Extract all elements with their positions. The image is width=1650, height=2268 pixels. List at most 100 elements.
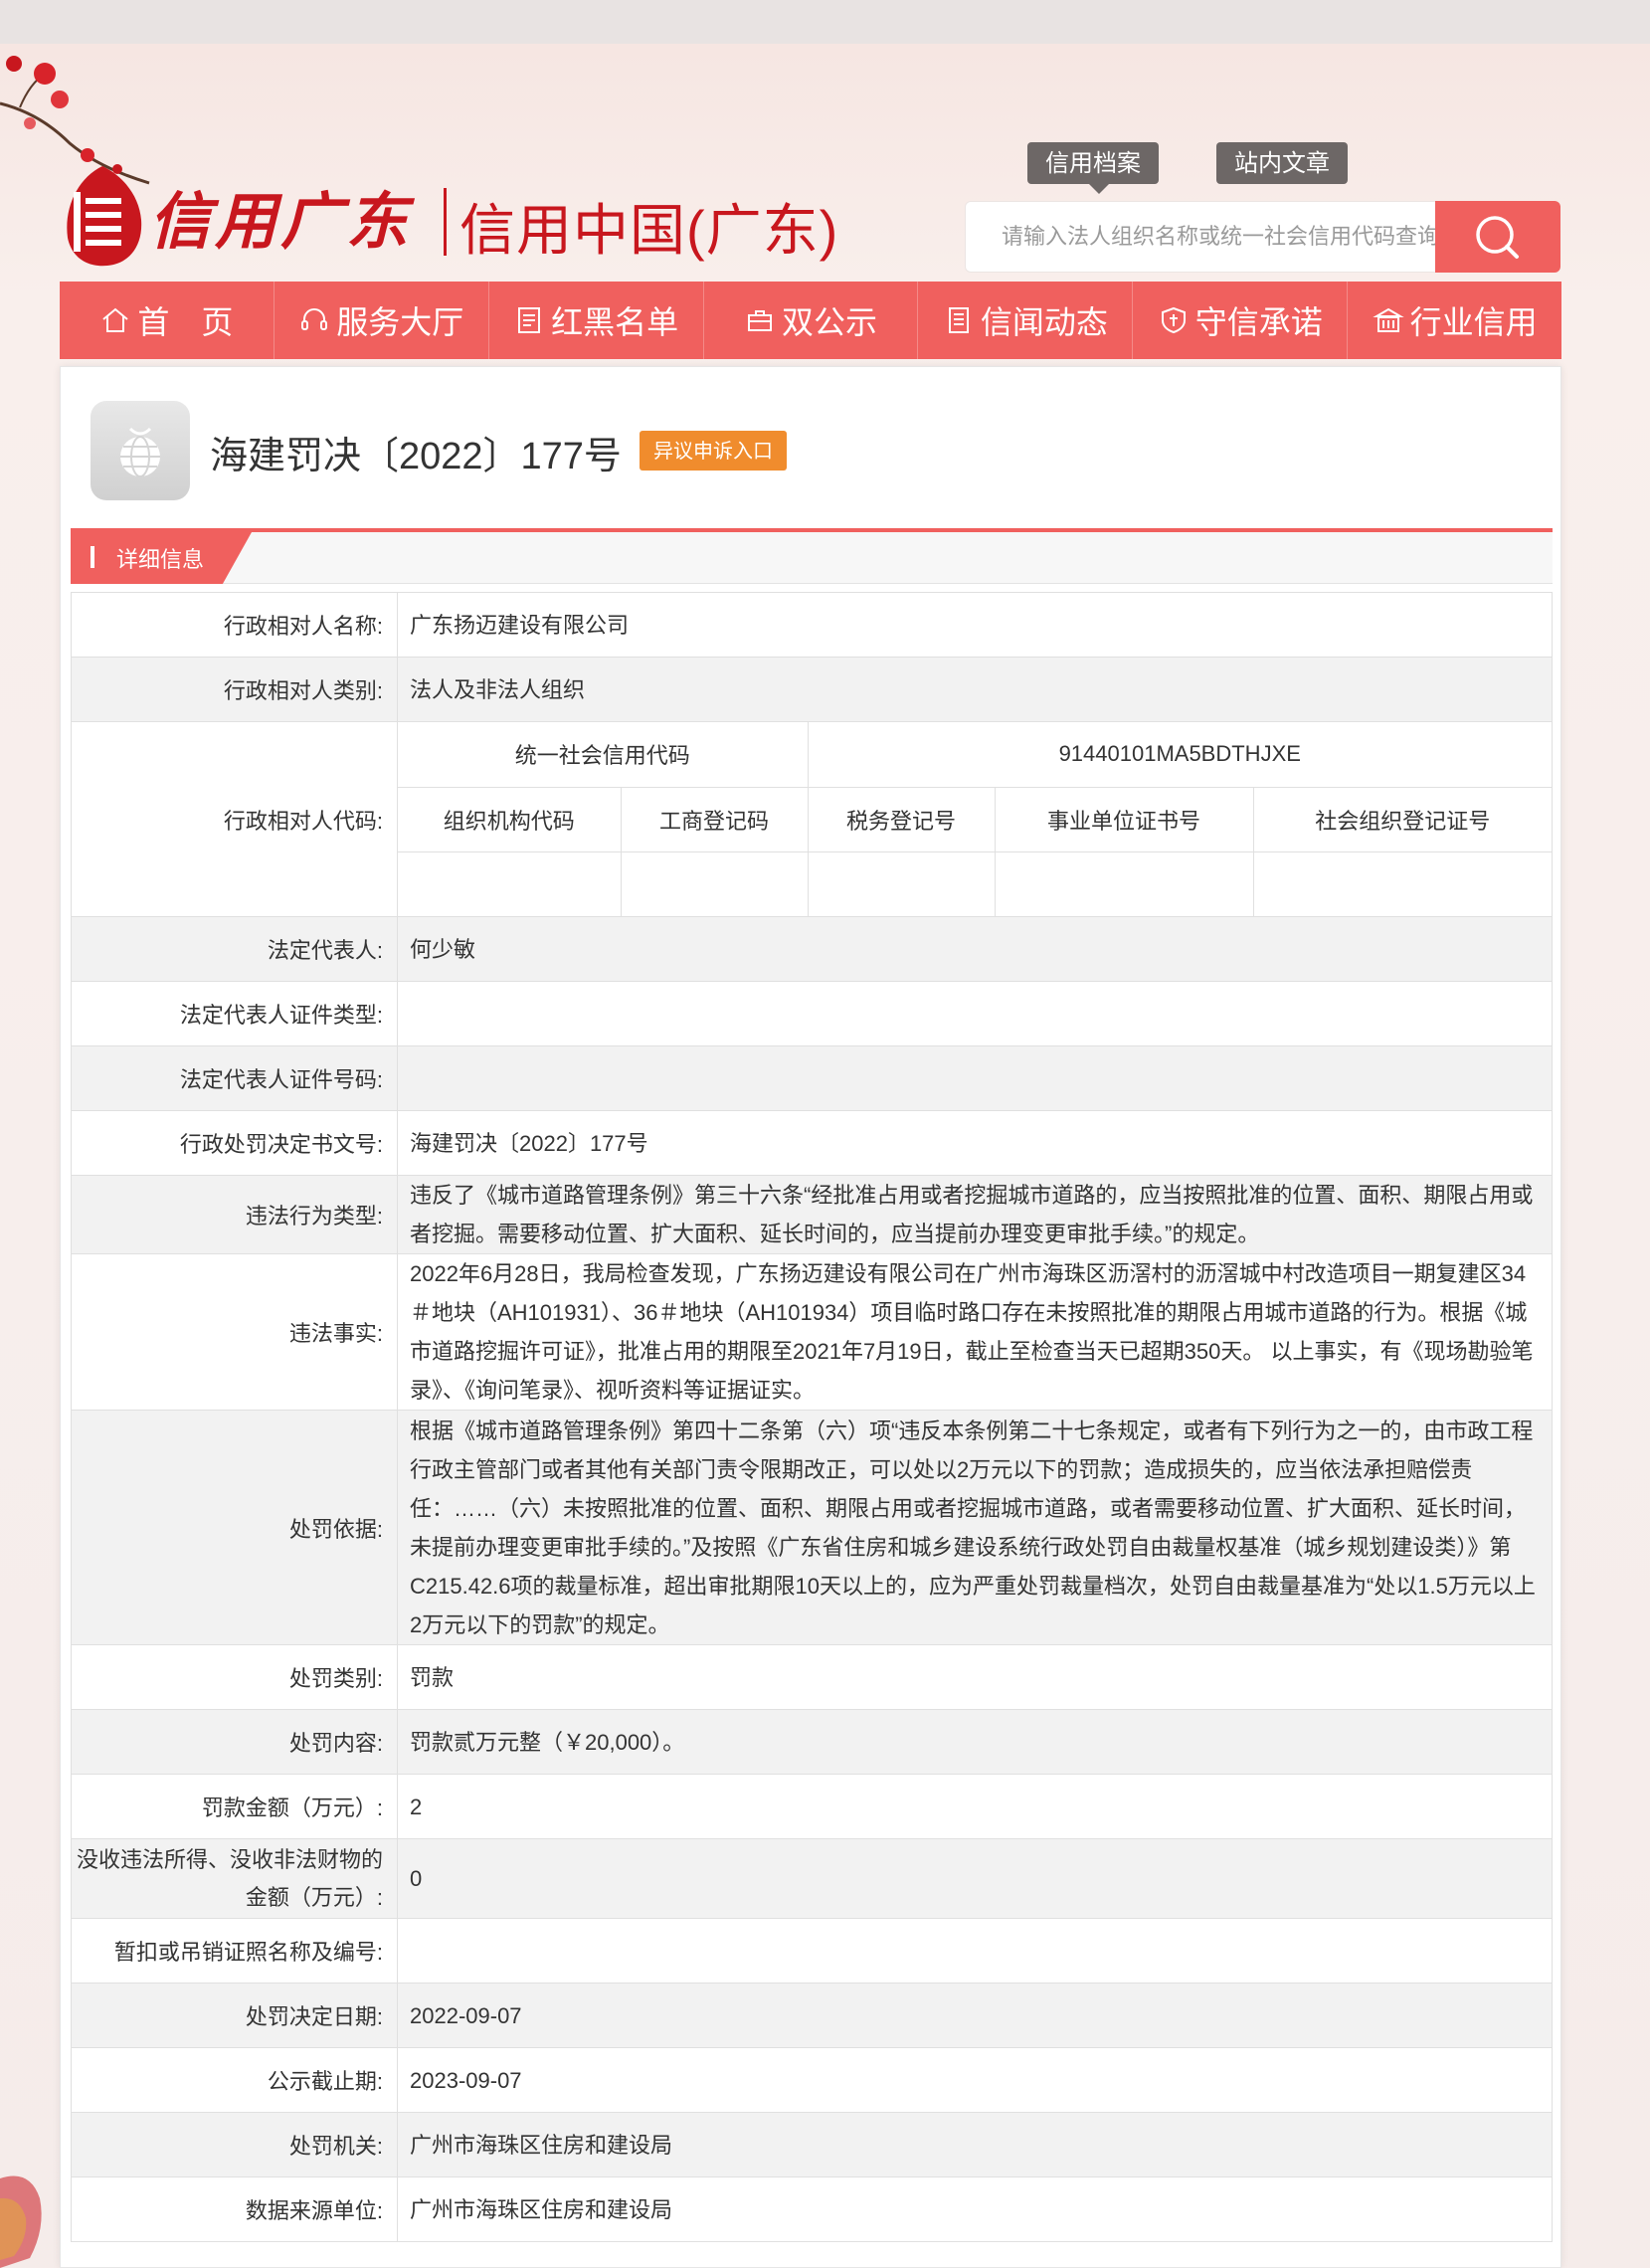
logo-script-text: 信用广东 (149, 185, 413, 258)
confiscation-label-line-2: 金额（万元）: (245, 1884, 383, 1910)
search-button[interactable] (1435, 201, 1560, 273)
field-label: 行政相对人代码: (71, 721, 398, 917)
doc-no-value: 海建罚决〔2022〕177号 (397, 1110, 1553, 1176)
section-header: 详细信息 (71, 528, 1553, 584)
nav-credit-promise[interactable]: 守信承诺 (1133, 282, 1349, 359)
search-input[interactable] (966, 202, 1435, 272)
globe-icon (120, 427, 160, 477)
field-label: 行政相对人名称: (71, 592, 398, 658)
field-label: 违法行为类型: (71, 1175, 398, 1254)
nav-home[interactable]: 首 页 (60, 282, 275, 359)
nav-label: 服务大厅 (336, 303, 464, 341)
table-row: 处罚机关: 广州市海珠区住房和建设局 (71, 2112, 1553, 2177)
active-tab-arrow (1089, 184, 1109, 194)
nav-label: 守信承诺 (1194, 303, 1323, 341)
field-label: 处罚决定日期: (71, 1983, 398, 2048)
table-row: 行政相对人类别: 法人及非法人组织 (71, 657, 1553, 722)
table-row: 法定代表人证件类型: (71, 981, 1553, 1046)
table-row: 处罚决定日期: 2022-09-07 (71, 1983, 1553, 2048)
nav-industry-credit[interactable]: 行业信用 (1348, 282, 1561, 359)
table-row: 法定代表人证件号码: (71, 1045, 1553, 1111)
building-icon (1372, 307, 1404, 332)
logo-title: 信用中国(广东) (459, 199, 839, 262)
record-title: 海建罚决〔2022〕177号 (210, 436, 622, 477)
nav-red-black-list[interactable]: 红黑名单 (489, 282, 704, 359)
tab-credit-archive[interactable]: 信用档案 (1027, 142, 1159, 184)
table-row: 违法行为类型: 违反了《城市道路管理条例》第三十六条“经批准占用或者挖掘城市道路… (71, 1175, 1553, 1254)
field-label: 行政处罚决定书文号: (71, 1110, 398, 1176)
code-value (398, 851, 621, 916)
field-label: 罚款金额（万元）: (71, 1774, 398, 1839)
appeal-button[interactable]: 异议申诉入口 (640, 431, 787, 471)
nav-label: 行业信用 (1409, 303, 1538, 341)
field-label: 公示截止期: (71, 2047, 398, 2113)
table-row: 违法事实: 2022年6月28日，我局检查发现，广东扬迈建设有限公司在广州市海珠… (71, 1253, 1553, 1411)
record-icon-tile (91, 401, 190, 500)
nav-service-hall[interactable]: 服务大厅 (275, 282, 489, 359)
detail-table: 行政相对人名称: 广东扬迈建设有限公司 行政相对人类别: 法人及非法人组织 行政… (71, 592, 1553, 2242)
table-row: 行政处罚决定书文号: 海建罚决〔2022〕177号 (71, 1110, 1553, 1176)
nav-news[interactable]: 信闻动态 (918, 282, 1134, 359)
tab-site-articles[interactable]: 站内文章 (1216, 142, 1348, 184)
field-label: 违法事实: (71, 1253, 398, 1411)
lantern-decoration (0, 2175, 42, 2268)
party-code-cell: 统一社会信用代码 91440101MA5BDTHJXE 组织机构代码 工商登记码… (397, 721, 1553, 917)
table-row: 法定代表人: 何少敏 (71, 916, 1553, 982)
rep-id-no-value (397, 1045, 1553, 1111)
top-strip (0, 0, 1650, 44)
field-label: 处罚类别: (71, 1644, 398, 1710)
field-label: 处罚内容: (71, 1709, 398, 1775)
field-label: 法定代表人证件类型: (71, 981, 398, 1046)
record-panel: 海建罚决〔2022〕177号 异议申诉入口 详细信息 行政相对人名称: 广东扬迈… (60, 366, 1561, 2268)
confiscation-label-line-1: 没收违法所得、没收非法财物的 (76, 1846, 383, 1872)
logo-divider (444, 188, 447, 256)
table-row: 处罚内容: 罚款贰万元整（￥20,000）。 (71, 1709, 1553, 1775)
section-tab-label: 详细信息 (116, 548, 205, 573)
confiscation-value: 0 (397, 1838, 1553, 1919)
authority-value: 广州市海珠区住房和建设局 (397, 2112, 1553, 2177)
table-row: 处罚依据: 根据《城市道路管理条例》第四十二条第（六）项“违反本条例第二十七条规… (71, 1410, 1553, 1645)
usc-value: 91440101MA5BDTHJXE (807, 722, 1552, 788)
table-row: 数据来源单位: 广州市海珠区住房和建设局 (71, 2176, 1553, 2242)
code-column-header: 税务登记号 (807, 787, 995, 852)
rep-id-type-value (397, 981, 1553, 1046)
home-icon (102, 307, 129, 332)
field-label: 暂扣或吊销证照名称及编号: (71, 1918, 398, 1984)
table-row: 处罚类别: 罚款 (71, 1644, 1553, 1710)
nav-label: 首 页 (137, 303, 234, 341)
table-row: 暂扣或吊销证照名称及编号: (71, 1918, 1553, 1984)
briefcase-icon (748, 310, 772, 331)
site-header: 信用广东 信用中国(广东) 信用档案 站内文章 (0, 44, 1650, 283)
penalty-type-value: 罚款 (397, 1644, 1553, 1710)
field-label: 法定代表人: (71, 916, 398, 982)
party-name-value: 广东扬迈建设有限公司 (397, 592, 1553, 658)
document-icon (948, 307, 969, 333)
table-row: 没收违法所得、没收非法财物的 金额（万元）: 0 (71, 1838, 1553, 1919)
field-label: 数据来源单位: (71, 2176, 398, 2242)
list-icon (518, 307, 541, 333)
decision-date-value: 2022-09-07 (397, 1983, 1553, 2048)
legal-rep-value: 何少敏 (397, 916, 1553, 982)
search-box (965, 201, 1560, 273)
search-icon (1476, 216, 1519, 259)
nav-label: 信闻动态 (980, 303, 1108, 341)
table-row: 罚款金额（万元）: 2 (71, 1774, 1553, 1839)
code-column-header: 社会组织登记证号 (1252, 787, 1552, 852)
field-label: 没收违法所得、没收非法财物的 金额（万元）: (71, 1838, 398, 1919)
code-value (807, 851, 995, 916)
section-tab-marker (91, 546, 94, 568)
facts-value: 2022年6月28日，我局检查发现，广东扬迈建设有限公司在广州市海珠区沥滘村的沥… (397, 1253, 1553, 1411)
usc-label: 统一社会信用代码 (398, 722, 808, 788)
field-label: 处罚依据: (71, 1410, 398, 1645)
shield-icon (1161, 306, 1186, 334)
source-value: 广州市海珠区住房和建设局 (397, 2176, 1553, 2242)
code-value (994, 851, 1253, 916)
field-label: 行政相对人类别: (71, 657, 398, 722)
headset-icon (301, 308, 328, 330)
fine-value: 2 (397, 1774, 1553, 1839)
party-type-value: 法人及非法人组织 (397, 657, 1553, 722)
code-column-header: 事业单位证书号 (994, 787, 1253, 852)
license-value (397, 1918, 1553, 1984)
table-row: 行政相对人名称: 广东扬迈建设有限公司 (71, 592, 1553, 658)
nav-double-publicity[interactable]: 双公示 (704, 282, 919, 359)
